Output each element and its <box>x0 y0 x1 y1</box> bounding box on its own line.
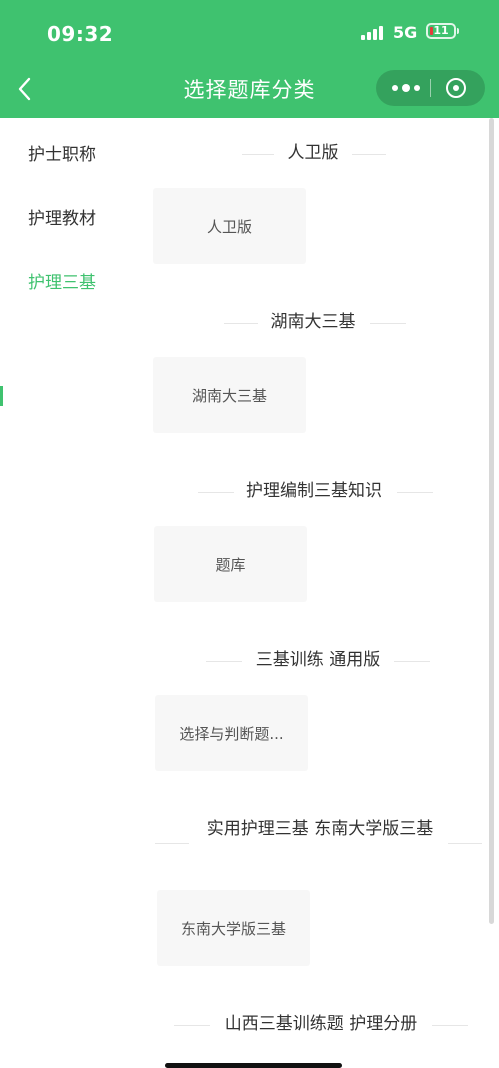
mini-program-capsule <box>376 70 485 106</box>
section-divider <box>224 323 258 324</box>
section-divider <box>155 843 189 844</box>
bank-card[interactable]: 题库 <box>154 526 307 602</box>
category-sidebar: 护士职称 护理教材 护理三基 <box>0 118 146 1068</box>
home-indicator <box>165 1063 342 1068</box>
section-title: 三基训练 通用版 <box>255 650 381 670</box>
scrollbar[interactable] <box>489 118 494 924</box>
section-divider <box>352 154 386 155</box>
bank-card[interactable]: 选择与判断题... <box>155 695 308 771</box>
section-title: 湖南大三基 <box>270 312 356 332</box>
bank-card[interactable]: 人卫版 <box>153 188 306 264</box>
sidebar-item-nursing-three-basics[interactable]: 护理三基 <box>28 268 96 293</box>
sidebar-item-nurse-title[interactable]: 护士职称 <box>28 140 96 165</box>
close-miniprogram-icon[interactable] <box>446 78 466 98</box>
bank-card[interactable]: 东南大学版三基 <box>157 890 310 966</box>
section-title: 护理编制三基知识 <box>246 481 382 501</box>
status-time: 09:32 <box>47 22 114 46</box>
section-divider <box>206 661 242 662</box>
section-divider <box>174 1025 210 1026</box>
section-title: 实用护理三基 东南大学版三基 <box>206 819 434 839</box>
section-divider <box>448 843 482 844</box>
capsule-divider <box>430 79 431 97</box>
section-divider <box>198 492 234 493</box>
active-indicator <box>0 386 3 406</box>
signal-icon <box>361 26 387 40</box>
network-label: 5G <box>393 23 418 42</box>
section-divider <box>432 1025 468 1026</box>
section-divider <box>397 492 433 493</box>
section-divider <box>370 323 406 324</box>
nav-header: 09:32 5G 11 选择题库分类 <box>0 0 499 118</box>
bank-card[interactable]: 湖南大三基 <box>153 357 306 433</box>
section-title: 山西三基训练题 护理分册 <box>224 1014 418 1034</box>
section-divider <box>394 661 430 662</box>
section-title: 人卫版 <box>287 143 339 163</box>
section-divider <box>242 154 274 155</box>
battery-icon: 11 <box>426 23 456 39</box>
battery-tip-icon <box>457 28 459 34</box>
more-icon[interactable] <box>390 70 420 106</box>
sidebar-item-nursing-textbook[interactable]: 护理教材 <box>28 204 96 229</box>
battery-level: 11 <box>433 24 449 37</box>
